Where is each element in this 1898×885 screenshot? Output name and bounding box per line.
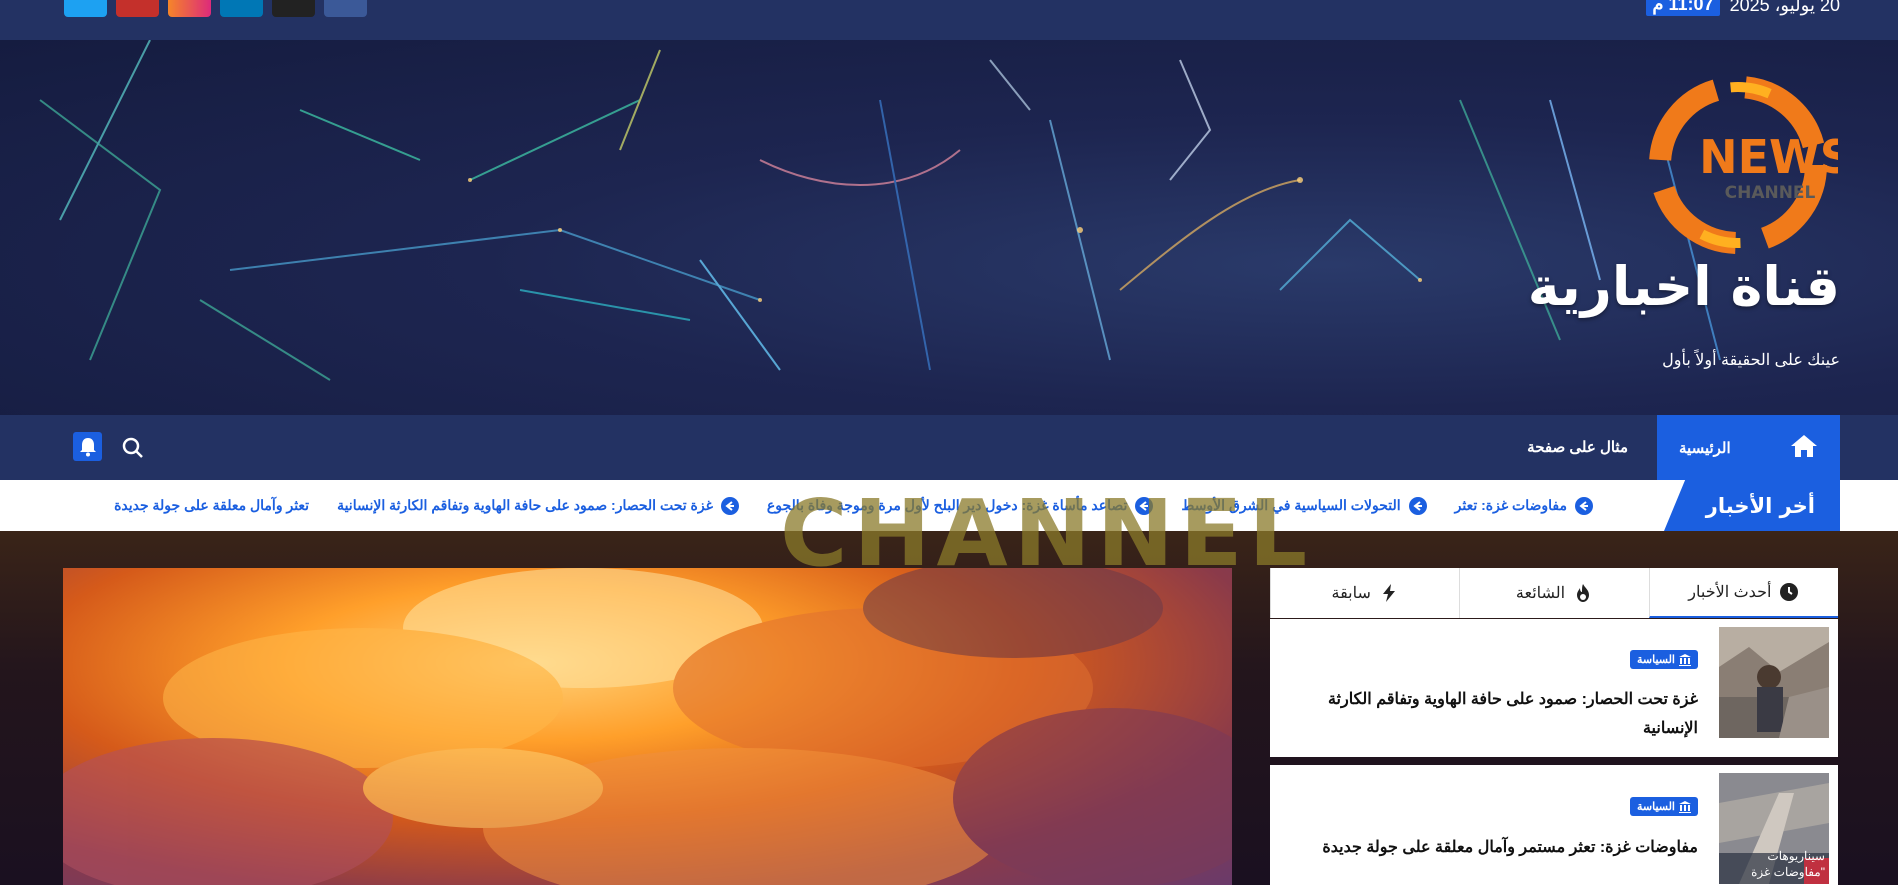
date-text: 20 يوليو، 2025 xyxy=(1729,0,1840,15)
category-badge[interactable]: السياسة xyxy=(1629,650,1698,669)
nav-home[interactable]: الرئيسية xyxy=(1657,415,1840,480)
cloud-texture xyxy=(63,568,1232,885)
building-icon xyxy=(1679,800,1691,813)
twitter-icon[interactable] xyxy=(64,0,107,17)
ticker-item[interactable]: مفاوضات غزة: تعثر xyxy=(1454,496,1593,515)
ticker-item[interactable]: غزة تحت الحصار: صمود على حافة الهاوية وت… xyxy=(337,496,739,515)
fire-icon xyxy=(1577,584,1590,602)
tab-latest-label: أحدث الأخبار xyxy=(1688,584,1772,601)
main-navigation: الرئيسية مثال على صفحة xyxy=(0,415,1898,480)
header-background-lines xyxy=(39,40,1721,381)
site-title[interactable]: قناة اخبارية xyxy=(1528,255,1840,318)
home-icon xyxy=(1790,434,1818,462)
background-watermark: CHANNEL xyxy=(780,488,1314,570)
post-thumbnail[interactable]: سيناريوهات "مفاوضات غزة xyxy=(1719,773,1829,884)
post-title[interactable]: مفاوضات غزة: تعثر مستمر وآمال معلقة على … xyxy=(1298,833,1698,862)
post-thumbnail[interactable] xyxy=(1719,627,1829,738)
building-icon xyxy=(1679,653,1691,666)
x-icon[interactable] xyxy=(272,0,315,17)
category-badge[interactable]: السياسة xyxy=(1629,797,1698,816)
facebook-icon[interactable] xyxy=(324,0,367,17)
ticker-item-text: غزة تحت الحصار: صمود على حافة الهاوية وت… xyxy=(337,497,713,513)
tab-popular[interactable]: الشائعة xyxy=(1459,568,1648,618)
logo-text-sub: CHANNEL xyxy=(1725,183,1816,203)
tab-previous-label: سابقة xyxy=(1331,585,1371,602)
ticker-item[interactable]: تعثر وآمال معلقة على جولة جديدة xyxy=(114,497,309,514)
nav-sample-page[interactable]: مثال على صفحة xyxy=(1527,415,1628,480)
linkedin-icon[interactable] xyxy=(220,0,263,17)
search-icon[interactable] xyxy=(120,435,146,461)
notification-bell-icon[interactable] xyxy=(73,432,102,461)
nav-home-label: الرئيسية xyxy=(1679,439,1731,457)
sidebar-post[interactable]: السياسة غزة تحت الحصار: صمود على حافة ال… xyxy=(1270,619,1838,757)
date-display: 20 يوليو، 2025 11:07 م xyxy=(1646,0,1840,16)
category-label: السياسة xyxy=(1636,654,1675,666)
tab-popular-label: الشائعة xyxy=(1515,585,1566,602)
featured-image[interactable] xyxy=(63,568,1232,885)
logo-text-main: NEWS xyxy=(1699,130,1838,184)
thumbnail-caption: سيناريوهات "مفاوضات غزة xyxy=(1751,849,1825,879)
top-bar: 20 يوليو، 2025 11:07 م xyxy=(0,0,1898,40)
youtube-icon[interactable] xyxy=(116,0,159,17)
instagram-icon[interactable] xyxy=(168,0,211,17)
clock-icon xyxy=(1780,583,1799,601)
category-label: السياسة xyxy=(1636,801,1675,813)
site-header: NEWS CHANNEL قناة اخبارية عينك على الحقي… xyxy=(0,40,1898,415)
sidebar-tabs: أحدث الأخبار الشائعة سابقة xyxy=(1270,568,1838,618)
site-logo[interactable]: NEWS CHANNEL xyxy=(1638,70,1838,260)
post-title[interactable]: غزة تحت الحصار: صمود على حافة الهاوية وت… xyxy=(1298,685,1698,743)
ticker-item-text: مفاوضات غزة: تعثر xyxy=(1454,497,1567,513)
sidebar-post[interactable]: سيناريوهات "مفاوضات غزة السياسة مفاوضات … xyxy=(1270,765,1838,885)
site-tagline: عينك على الحقيقة أولاً بأول xyxy=(1662,352,1840,369)
tab-latest[interactable]: أحدث الأخبار xyxy=(1648,568,1838,618)
social-links xyxy=(64,0,367,17)
arrow-circle-icon xyxy=(1408,496,1427,515)
arrow-circle-icon xyxy=(1575,496,1593,515)
ticker-item-text: تعثر وآمال معلقة على جولة جديدة xyxy=(114,497,310,513)
tab-previous[interactable]: سابقة xyxy=(1270,568,1459,618)
ticker-label: أخر الأخبار xyxy=(1664,480,1840,531)
time-badge: 11:07 م xyxy=(1646,0,1720,16)
arrow-circle-icon xyxy=(720,496,739,515)
bolt-icon xyxy=(1382,584,1395,602)
